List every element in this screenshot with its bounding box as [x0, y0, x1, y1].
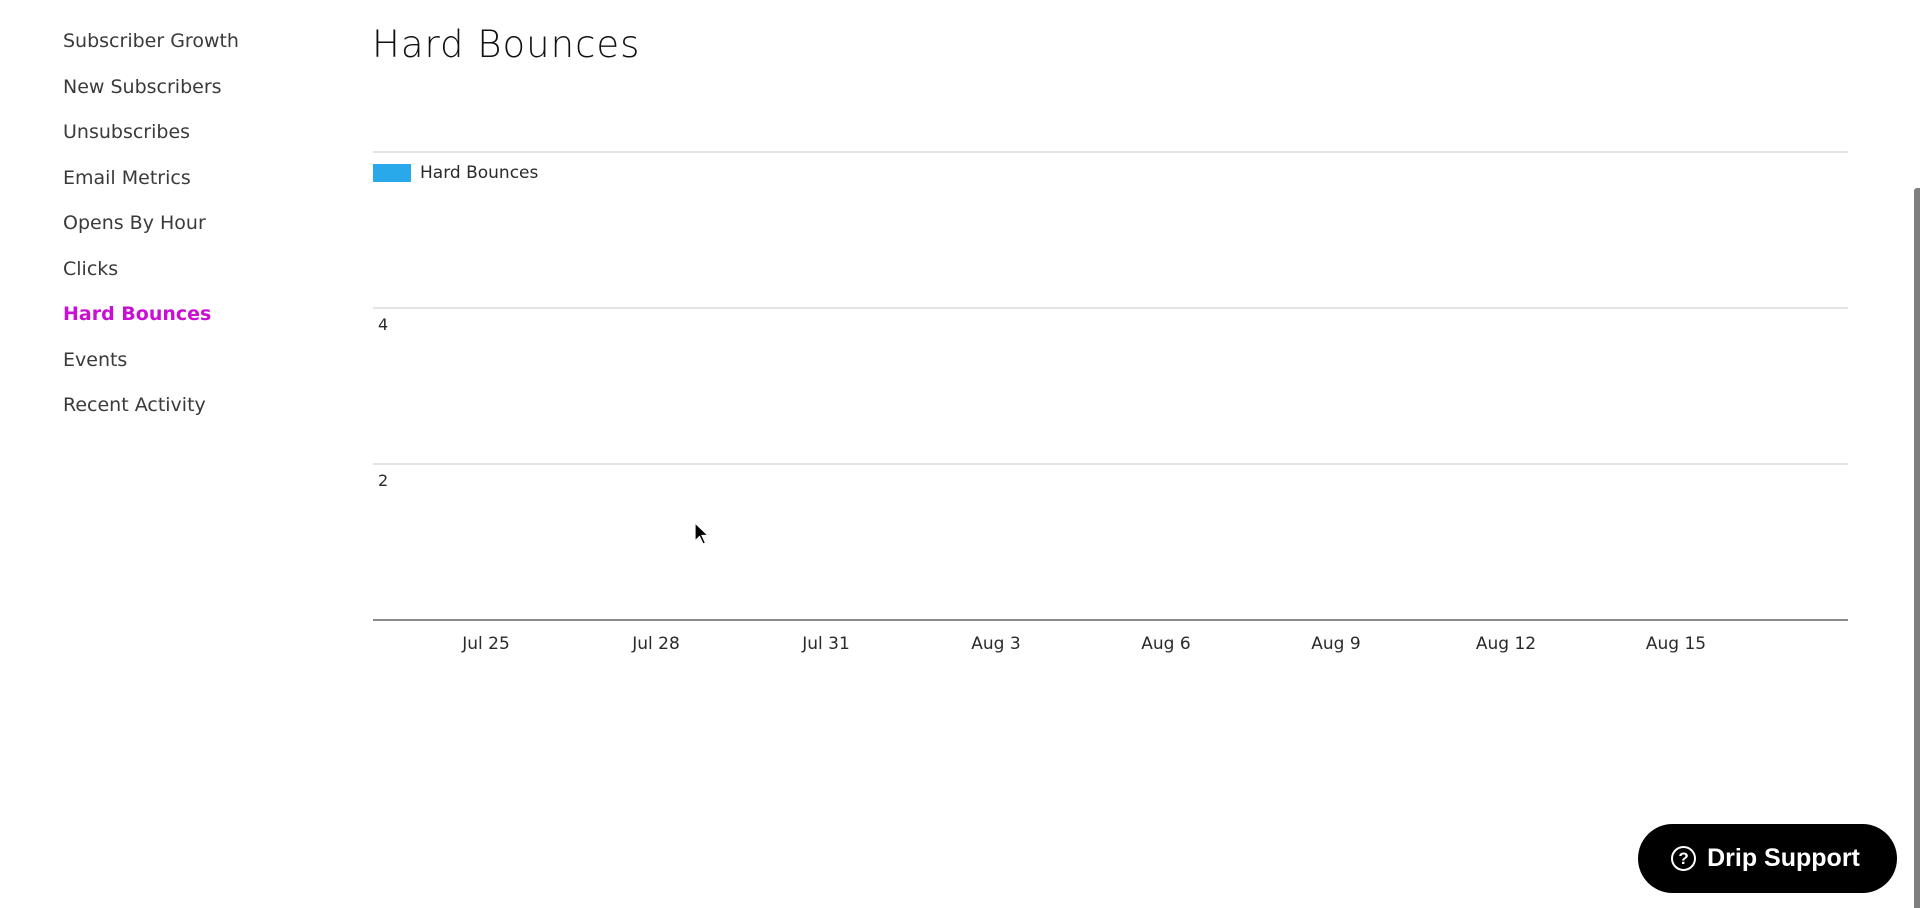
y-tick-label: 2: [378, 471, 388, 490]
scrollbar-track[interactable]: [1913, 0, 1920, 908]
legend-label[interactable]: Hard Bounces: [420, 163, 538, 183]
x-tick-label: Aug 15: [1646, 634, 1706, 654]
mouse-cursor-icon: [694, 522, 710, 545]
x-tick-label: Jul 25: [461, 634, 510, 654]
question-circle-icon: ?: [1671, 846, 1697, 871]
x-tick-label: Jul 28: [631, 634, 680, 654]
support-label: Drip Support: [1707, 844, 1860, 872]
legend-swatch: [373, 164, 411, 182]
x-tick-label: Aug 6: [1141, 634, 1190, 654]
scrollbar-thumb[interactable]: [1914, 188, 1920, 908]
drip-support-button[interactable]: ? Drip Support: [1638, 824, 1897, 893]
hard-bounces-chart: 4 2 Jul 25 Jul 28 Jul 31 Aug 3 Aug 6 Aug 9 Aug 1…: [0, 0, 1920, 908]
chart-legend: Hard Bounces: [373, 163, 538, 183]
x-tick-label: Jul 31: [801, 634, 850, 654]
x-tick-label: Aug 3: [971, 634, 1020, 654]
x-tick-label: Aug 9: [1311, 634, 1360, 654]
x-tick-label: Aug 12: [1476, 634, 1536, 654]
chart-canvas: 4 2 Jul 25 Jul 28 Jul 31 Aug 3 Aug 6 Aug 9 Aug 1…: [373, 151, 1848, 654]
y-tick-label: 4: [378, 315, 388, 334]
